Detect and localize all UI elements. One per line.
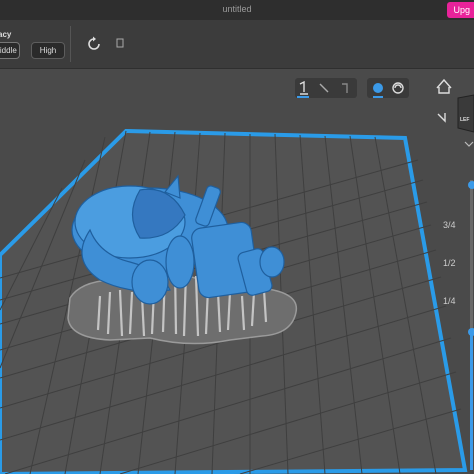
- chevron-down-icon: [464, 141, 474, 147]
- view-controls-group: [295, 78, 409, 98]
- accuracy-high-button[interactable]: High: [31, 42, 65, 59]
- toolbar-divider: [70, 26, 71, 62]
- 3d-viewport[interactable]: [0, 69, 474, 474]
- layer-slider-upper-handle[interactable]: [468, 181, 474, 189]
- accuracy-label: acy: [0, 30, 12, 39]
- slider-tick-1-2: 1/2: [443, 258, 456, 268]
- window-title: untitled: [222, 4, 252, 14]
- refresh-icon[interactable]: [85, 35, 103, 53]
- slider-tick-1-4: 1/4: [443, 296, 456, 306]
- accuracy-middle-button[interactable]: Middle: [0, 42, 20, 59]
- expand-icon[interactable]: [116, 38, 124, 48]
- upgrade-button[interactable]: Upg: [447, 2, 474, 18]
- slider-tick-3-4: 3/4: [443, 220, 456, 230]
- view-cube-label[interactable]: LEF: [460, 117, 469, 123]
- render-solid-icon: [373, 83, 383, 93]
- undo-view-icon: [437, 113, 446, 123]
- layer-slider-lower-handle[interactable]: [468, 328, 474, 336]
- top-toolbar: acy Middle High: [0, 20, 474, 69]
- layer-slider-fill: [470, 330, 473, 470]
- home-view-icon: [436, 78, 452, 94]
- view-cube: [457, 94, 474, 133]
- title-bar: untitled Upg: [0, 0, 474, 20]
